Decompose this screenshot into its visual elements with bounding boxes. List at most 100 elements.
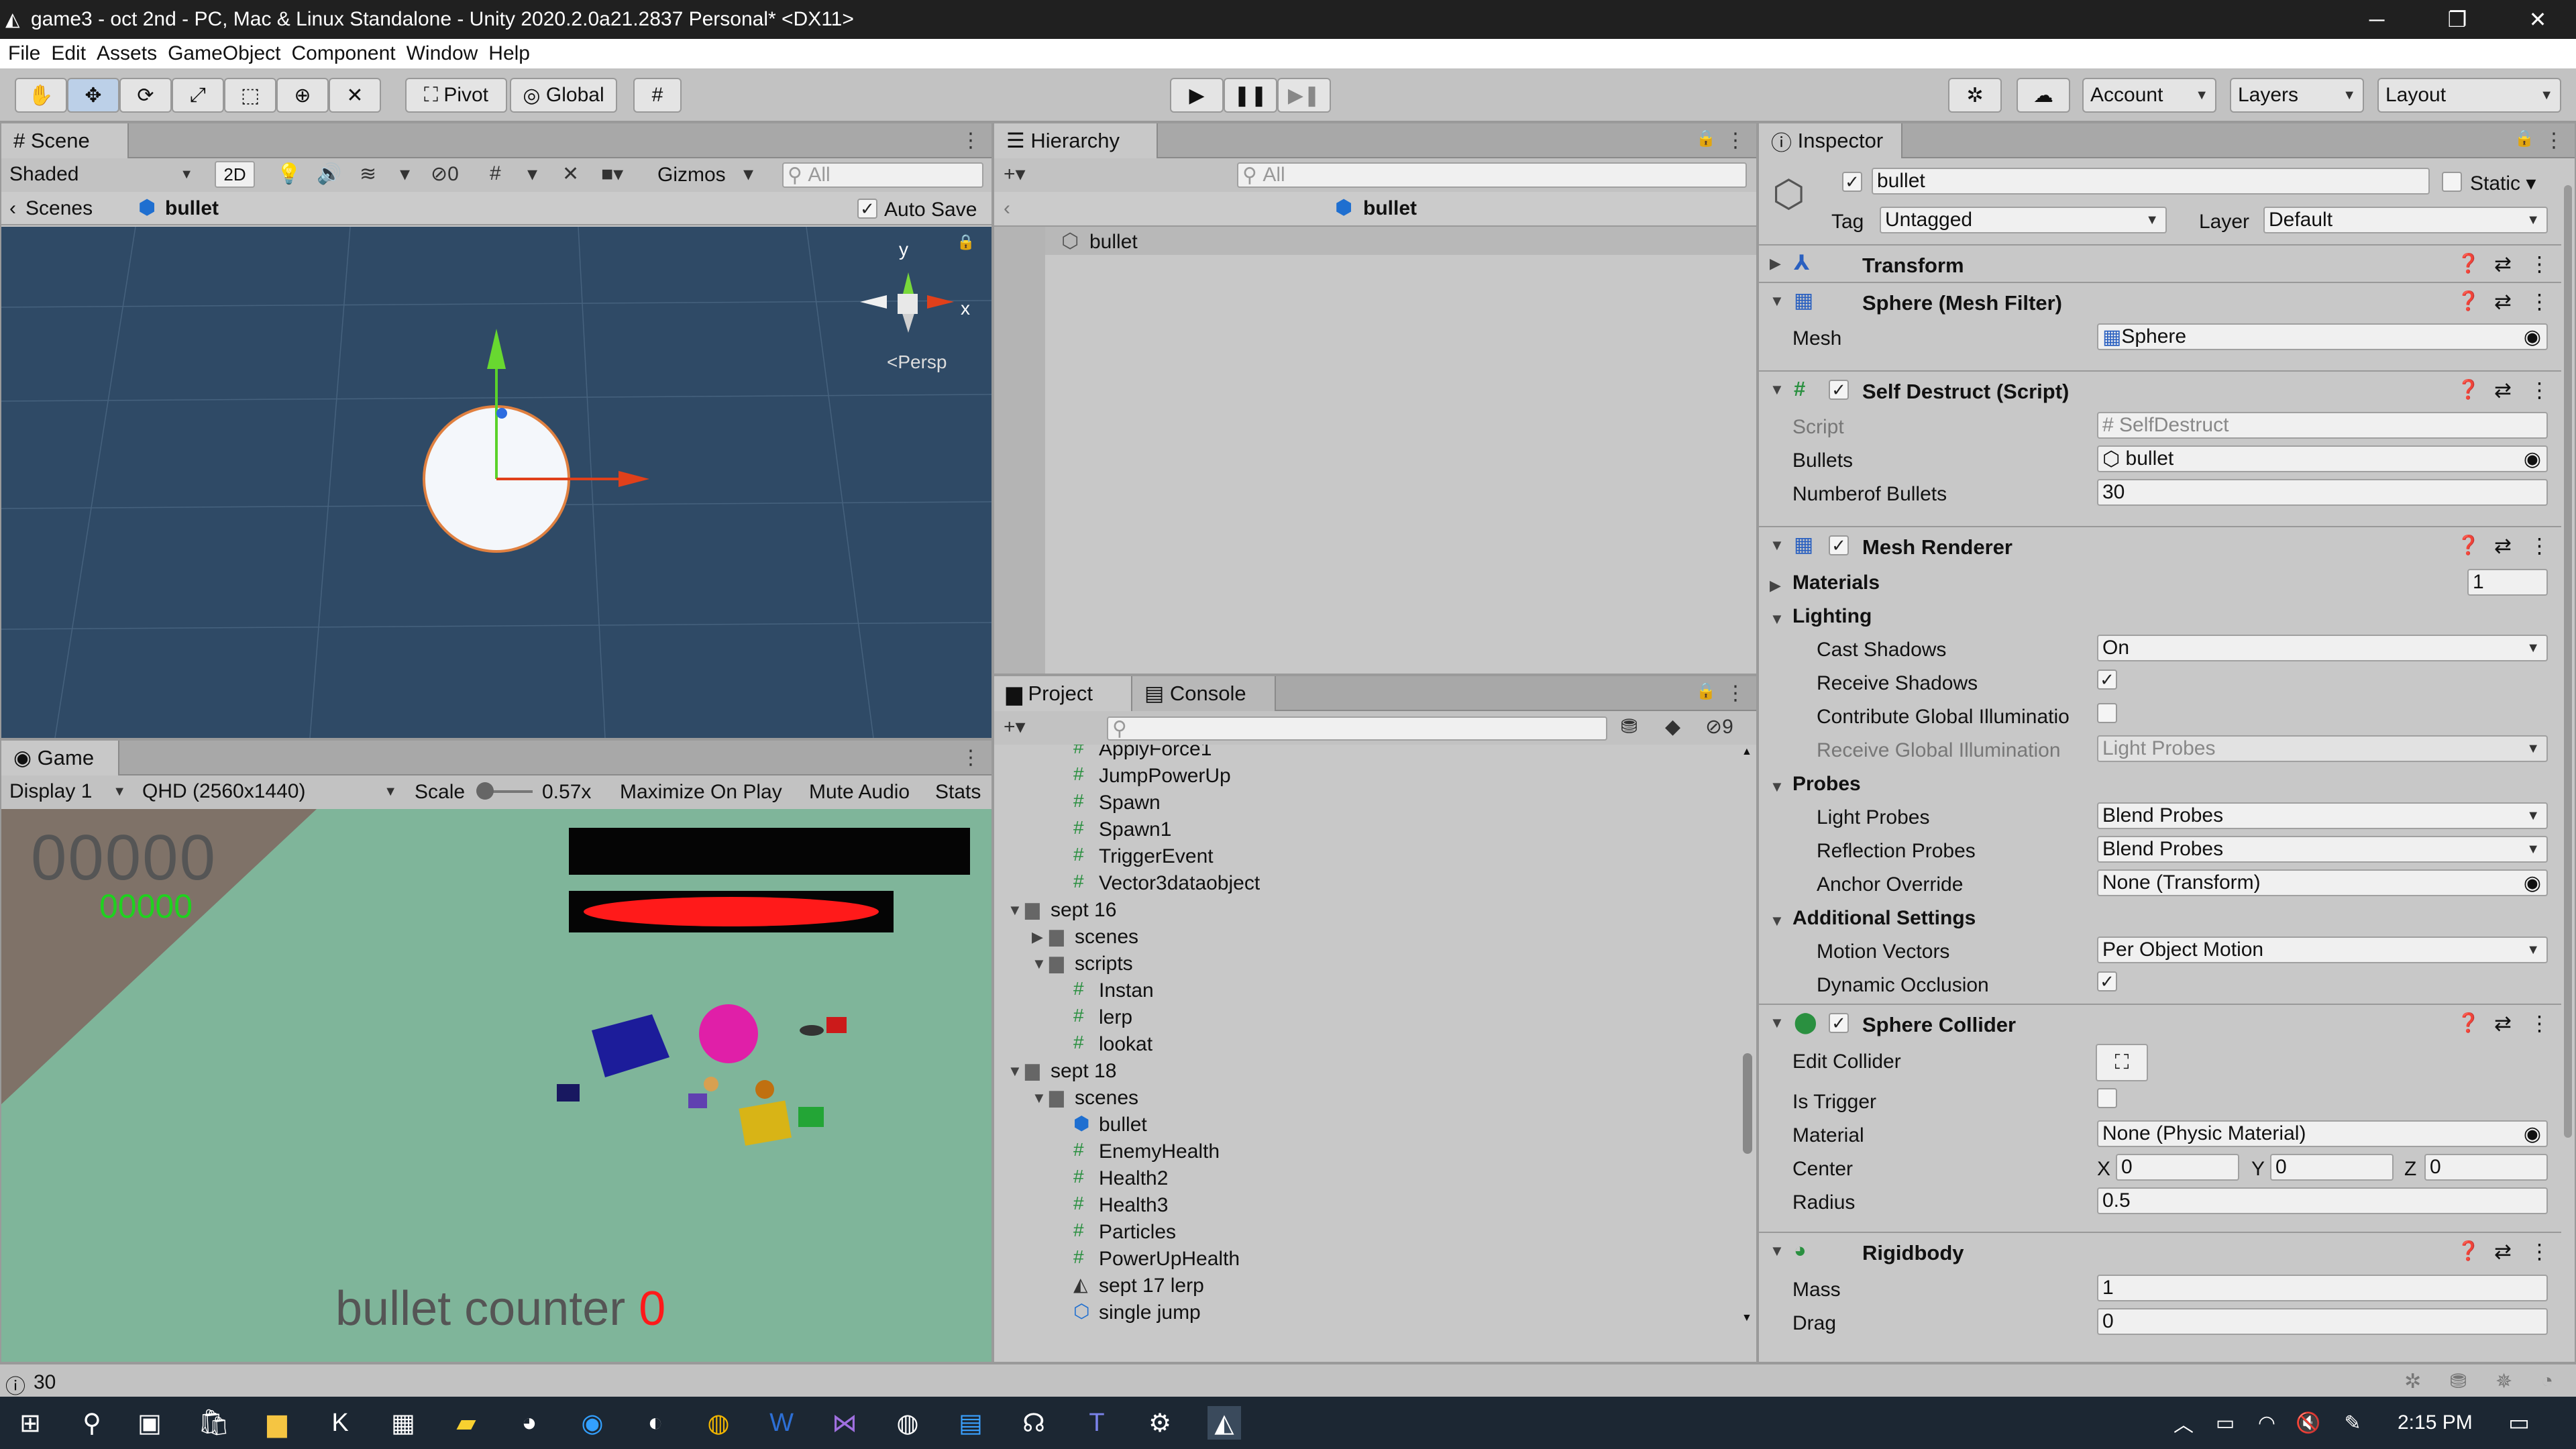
presets-icon[interactable]: ⇄ [2494, 378, 2512, 402]
calculator-icon[interactable]: ▦ [386, 1406, 420, 1440]
lock-icon[interactable]: 🔒 [1696, 129, 1716, 148]
settings-gear-icon[interactable]: ⚙ [1143, 1406, 1177, 1440]
presets-icon[interactable]: ⇄ [2494, 1240, 2512, 1264]
collapse-arrow-icon[interactable]: ▼ [1032, 955, 1046, 973]
filter-type-icon[interactable]: ⛃ [1621, 715, 1638, 739]
collapse-arrow-icon[interactable]: ▼ [1770, 1014, 1784, 1032]
component-menu-icon[interactable]: ⋮ [2529, 290, 2550, 314]
project-item[interactable]: # Spawn1 [994, 816, 1732, 843]
collapse-arrow-icon[interactable]: ▼ [1770, 537, 1784, 554]
project-item[interactable]: ⬡ single jump [994, 1299, 1732, 1326]
tab-project[interactable]: ▆ Project [994, 676, 1132, 711]
project-item[interactable]: ▼ ▆ scripts [994, 950, 1732, 977]
help-icon[interactable]: ❓ [2457, 1012, 2480, 1034]
meshfilter-header[interactable]: ▼ ▦ Sphere (Mesh Filter) ❓ ⇄ ⋮ [1759, 282, 2561, 319]
contribute-gi-checkbox[interactable] [2097, 703, 2117, 723]
scale-slider[interactable] [476, 782, 533, 800]
dropdown-arrow-icon[interactable]: ▾ [400, 162, 410, 186]
wifi-icon[interactable]: ◠ [2250, 1406, 2284, 1440]
spherecollider-enabled-checkbox[interactable]: ✓ [1829, 1013, 1849, 1033]
global-toggle[interactable]: ◎ Global [510, 78, 617, 113]
help-icon[interactable]: ❓ [2457, 252, 2480, 274]
grid-icon[interactable]: # [490, 162, 501, 185]
collapse-arrow-icon[interactable]: ▼ [1770, 778, 1784, 796]
stats-toggle[interactable]: Stats [935, 781, 981, 804]
project-item[interactable]: # lookat [994, 1030, 1732, 1057]
object-picker-icon[interactable]: ◉ [2524, 325, 2541, 349]
layer-dropdown[interactable]: Default [2263, 207, 2548, 233]
project-item[interactable]: # EnemyHealth [994, 1138, 1732, 1165]
dynamic-occlusion-checkbox[interactable]: ✓ [2097, 971, 2117, 991]
component-menu-icon[interactable]: ⋮ [2529, 1240, 2550, 1264]
menu-assets[interactable]: Assets [97, 42, 157, 65]
more-icon[interactable]: ⋮ [961, 746, 981, 769]
pen-icon[interactable]: ✎ [2336, 1406, 2369, 1440]
tab-hierarchy[interactable]: ☰ Hierarchy [994, 123, 1158, 158]
center-y-field[interactable]: 0 [2270, 1154, 2394, 1181]
task-view-icon[interactable]: ▣ [133, 1406, 166, 1440]
orientation-gizmo[interactable]: y x <Persp [853, 239, 981, 380]
scroll-thumb[interactable] [1743, 1053, 1752, 1154]
x-axis-handle[interactable] [619, 471, 649, 487]
add-icon[interactable]: +▾ [1004, 162, 1026, 186]
play-button[interactable]: ▶ [1170, 78, 1224, 113]
rect-tool-icon[interactable]: ⬚ [224, 78, 276, 113]
back-arrow-icon[interactable]: ‹ [1004, 197, 1010, 220]
transform-tool-icon[interactable]: ⊕ [276, 78, 329, 113]
meshrenderer-enabled-checkbox[interactable]: ✓ [1829, 535, 1849, 555]
menu-file[interactable]: File [8, 42, 40, 65]
collapse-arrow-icon[interactable]: ▼ [1770, 381, 1784, 398]
scroll-up-icon[interactable]: ▲ [1741, 746, 1752, 758]
numberof-bullets-field[interactable]: 30 [2097, 479, 2548, 506]
presets-icon[interactable]: ⇄ [2494, 290, 2512, 314]
tag-dropdown[interactable]: Untagged [1880, 207, 2167, 233]
project-search-input[interactable]: ⚲ [1107, 716, 1607, 741]
tab-scene[interactable]: # Scene [1, 123, 129, 158]
rotate-tool-icon[interactable]: ⟳ [119, 78, 172, 113]
object-name-field[interactable]: bullet [1872, 168, 2430, 195]
component-menu-icon[interactable]: ⋮ [2529, 252, 2550, 276]
project-item[interactable]: # Spawn [994, 789, 1732, 816]
object-picker-icon[interactable]: ◉ [2524, 447, 2541, 471]
store-icon[interactable]: 🛍 [197, 1406, 231, 1440]
pause-button[interactable]: ❚❚ [1224, 78, 1277, 113]
help-icon[interactable]: ❓ [2457, 1240, 2480, 1262]
project-item[interactable]: ▼ ▆ scenes [994, 1084, 1732, 1111]
scene-search-input[interactable]: ⚲ All [782, 162, 983, 188]
presets-icon[interactable]: ⇄ [2494, 1012, 2512, 1036]
probes-foldout[interactable]: Probes [1792, 773, 1861, 796]
gizmos-dropdown[interactable]: Gizmos [657, 164, 726, 186]
expand-arrow-icon[interactable]: ▶ [1032, 928, 1043, 946]
selfdestruct-header[interactable]: ▼ # ✓ Self Destruct (Script) ❓ ⇄ ⋮ [1759, 370, 2561, 408]
notifications-icon[interactable]: ▭ [2502, 1406, 2536, 1440]
progress-icon[interactable]: ◔ [2541, 1370, 2553, 1393]
debug-icon[interactable]: ✵ [2496, 1370, 2512, 1393]
collapse-arrow-icon[interactable]: ▼ [1770, 610, 1784, 628]
audio-icon[interactable]: 🔊 [317, 162, 341, 186]
radius-field[interactable]: 0.5 [2097, 1187, 2548, 1214]
presets-icon[interactable]: ⇄ [2494, 252, 2512, 276]
app-icon[interactable]: ◐ [639, 1406, 672, 1440]
display-dropdown[interactable]: Display 1 [5, 778, 133, 805]
cast-shadows-dropdown[interactable]: On [2097, 635, 2548, 661]
breadcrumb-scenes[interactable]: Scenes [25, 197, 93, 220]
selfdestruct-enabled-checkbox[interactable]: ✓ [1829, 380, 1849, 400]
toggle-2d[interactable]: 2D [215, 161, 255, 188]
bullets-field[interactable]: ⬡ bullet ◉ [2097, 445, 2548, 472]
discord-icon[interactable]: ☊ [1017, 1406, 1051, 1440]
inspector-scrollbar[interactable] [2561, 158, 2575, 1362]
mesh-field[interactable]: ▦ Sphere ◉ [2097, 323, 2548, 350]
materials-size-field[interactable]: 1 [2467, 569, 2548, 596]
edit-collider-button[interactable]: ⛶ [2096, 1044, 2148, 1081]
scale-tool-icon[interactable]: ⤢ [172, 78, 224, 113]
expand-arrow-icon[interactable]: ▶ [1770, 255, 1781, 272]
edge-icon[interactable]: ◉ [576, 1406, 609, 1440]
volume-mute-icon[interactable]: 🔇 [2292, 1406, 2325, 1440]
search-icon[interactable]: ⚲ [75, 1406, 109, 1440]
collapse-arrow-icon[interactable]: ▼ [1770, 1242, 1784, 1260]
center-x-field[interactable]: 0 [2116, 1154, 2239, 1181]
motion-vectors-dropdown[interactable]: Per Object Motion [2097, 936, 2548, 963]
menu-edit[interactable]: Edit [51, 42, 86, 65]
close-button[interactable]: ✕ [2501, 0, 2575, 39]
mass-field[interactable]: 1 [2097, 1275, 2548, 1301]
